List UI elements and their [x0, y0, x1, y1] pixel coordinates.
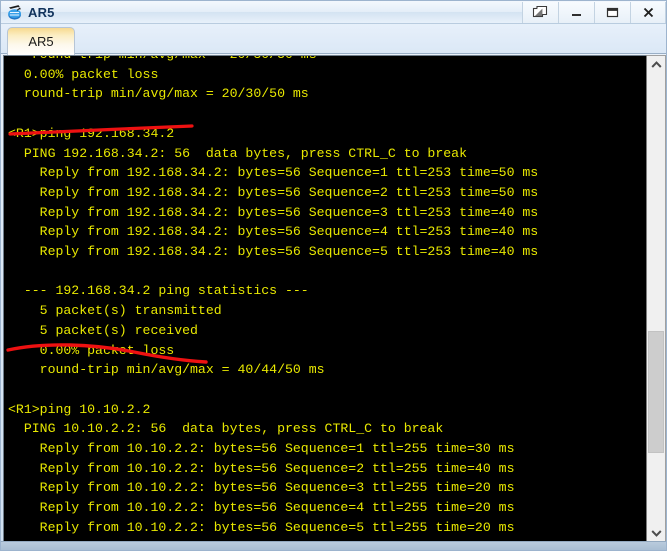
restore-window-button[interactable] [522, 2, 558, 23]
terminal-line: Reply from 192.168.34.2: bytes=56 Sequen… [8, 165, 539, 181]
terminal-line: 5 packet(s) transmitted [8, 303, 222, 319]
terminal-line: round-trip min/avg/max = 40/44/50 ms [8, 362, 325, 378]
terminal-line: 0.00% packet loss [8, 66, 159, 82]
tab-strip: AR5 [1, 24, 666, 55]
scroll-up-button[interactable] [647, 56, 665, 73]
terminal-line: Reply from 10.10.2.2: bytes=56 Sequence=… [8, 460, 515, 476]
router-icon [6, 4, 24, 21]
terminal-line: Reply from 192.168.34.2: bytes=56 Sequen… [8, 224, 539, 240]
terminal-line: Reply from 10.10.2.2: bytes=56 Sequence=… [8, 441, 515, 457]
chevron-up-icon [650, 56, 662, 74]
terminal-frame: round-trip min/avg/max = 20/30/50 ms 0.0… [3, 55, 666, 542]
vertical-scrollbar[interactable] [646, 55, 666, 542]
scrollbar-thumb[interactable] [648, 331, 664, 453]
terminal-line: round-trip min/avg/max = 20/30/50 ms [4, 56, 647, 65]
terminal-line: <R1>ping 10.10.2.2 [8, 401, 151, 417]
close-window-button[interactable] [630, 2, 666, 23]
tab-ar5[interactable]: AR5 [7, 27, 75, 55]
terminal-line: Reply from 192.168.34.2: bytes=56 Sequen… [8, 244, 539, 260]
terminal-line: Reply from 10.10.2.2: bytes=56 Sequence=… [8, 519, 515, 535]
window-controls [522, 2, 666, 23]
terminal-line: round-trip min/avg/max = 20/30/50 ms [8, 86, 309, 102]
terminal-window: AR5 AR5 0.00% packet loss round-trip min… [0, 0, 667, 551]
scroll-down-button[interactable] [647, 524, 665, 541]
status-bar [1, 541, 666, 550]
terminal-line: PING 10.10.2.2: 56 data bytes, press CTR… [8, 421, 444, 437]
window-title: AR5 [28, 4, 55, 20]
maximize-window-button[interactable] [594, 2, 630, 23]
minimize-window-button[interactable] [558, 2, 594, 23]
terminal-line: Reply from 10.10.2.2: bytes=56 Sequence=… [8, 480, 515, 496]
terminal-line: <R1>ping 192.168.34.2 [8, 125, 175, 141]
terminal-line: Reply from 192.168.34.2: bytes=56 Sequen… [8, 184, 539, 200]
terminal-line: 0.00% packet loss [8, 342, 175, 358]
chevron-down-icon [650, 524, 662, 542]
terminal-line: Reply from 10.10.2.2: bytes=56 Sequence=… [8, 500, 515, 516]
terminal-line: Reply from 192.168.34.2: bytes=56 Sequen… [8, 204, 539, 220]
terminal-line: PING 192.168.34.2: 56 data bytes, press … [8, 145, 467, 161]
terminal-line: 5 packet(s) received [8, 322, 198, 338]
tab-ar5-label: AR5 [28, 33, 54, 49]
terminal-line: --- 192.168.34.2 ping statistics --- [8, 283, 309, 299]
terminal-output[interactable]: round-trip min/avg/max = 20/30/50 ms 0.0… [4, 56, 647, 541]
title-bar: AR5 [1, 1, 666, 24]
